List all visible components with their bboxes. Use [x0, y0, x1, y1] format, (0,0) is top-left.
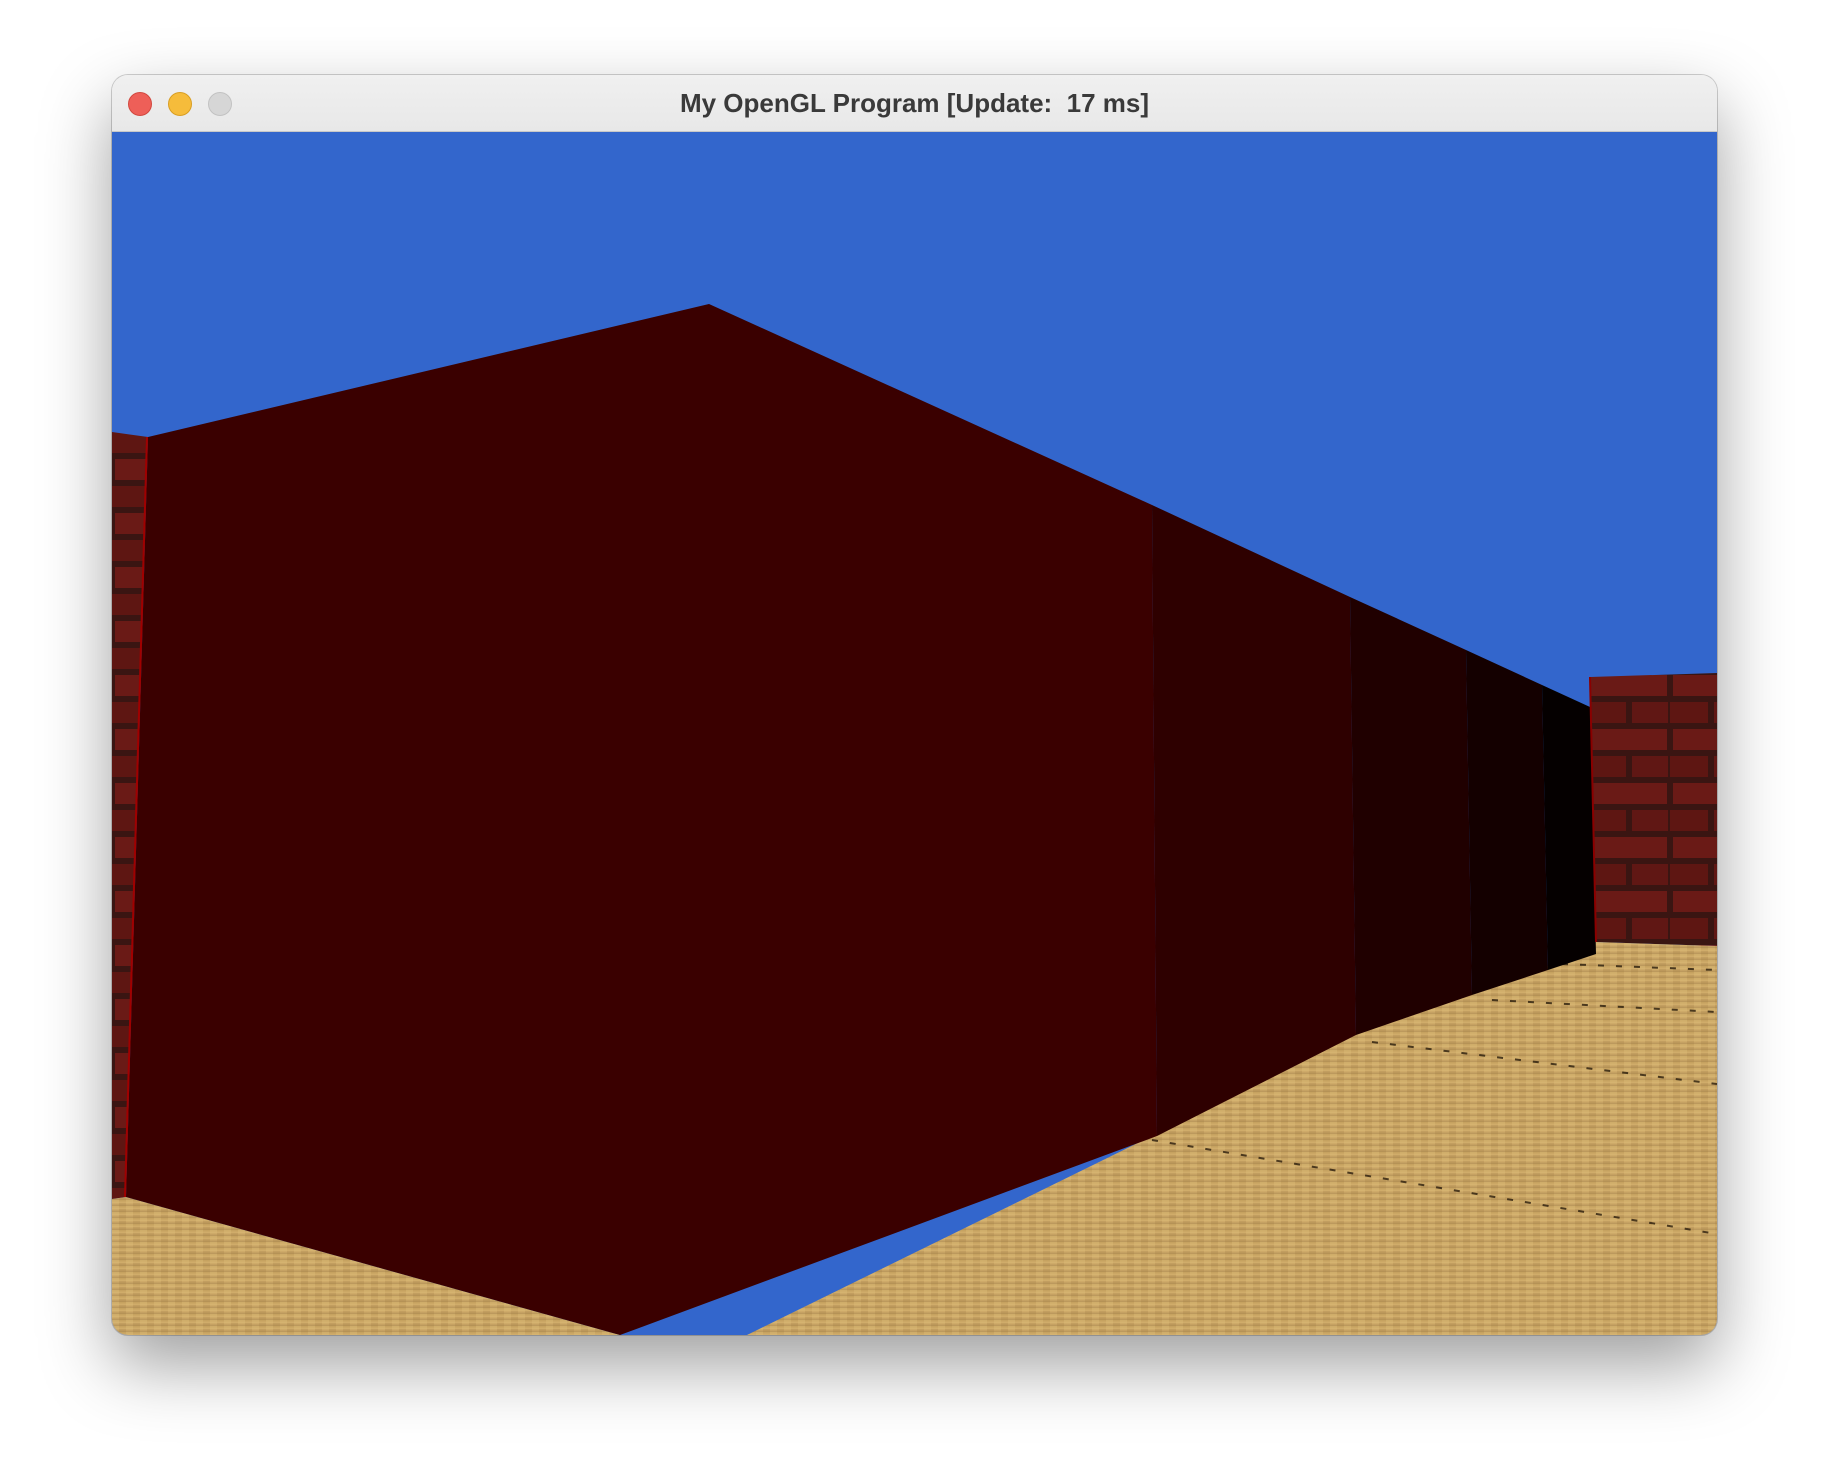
right-brick-wall: [1590, 673, 1717, 946]
wall-section-4: [1466, 650, 1548, 995]
wall-section-5: [1542, 685, 1596, 970]
wall-section-2: [1152, 505, 1356, 1136]
title-bar[interactable]: My OpenGL Program [Update: 17 ms]: [112, 75, 1717, 132]
app-window: My OpenGL Program [Update: 17 ms]: [112, 75, 1717, 1335]
wall-front-face: [126, 304, 1157, 1335]
wall-section-3: [1350, 597, 1472, 1035]
opengl-viewport[interactable]: [112, 132, 1717, 1335]
rendered-scene: [112, 304, 1717, 1335]
window-title: My OpenGL Program [Update: 17 ms]: [679, 88, 1150, 118]
